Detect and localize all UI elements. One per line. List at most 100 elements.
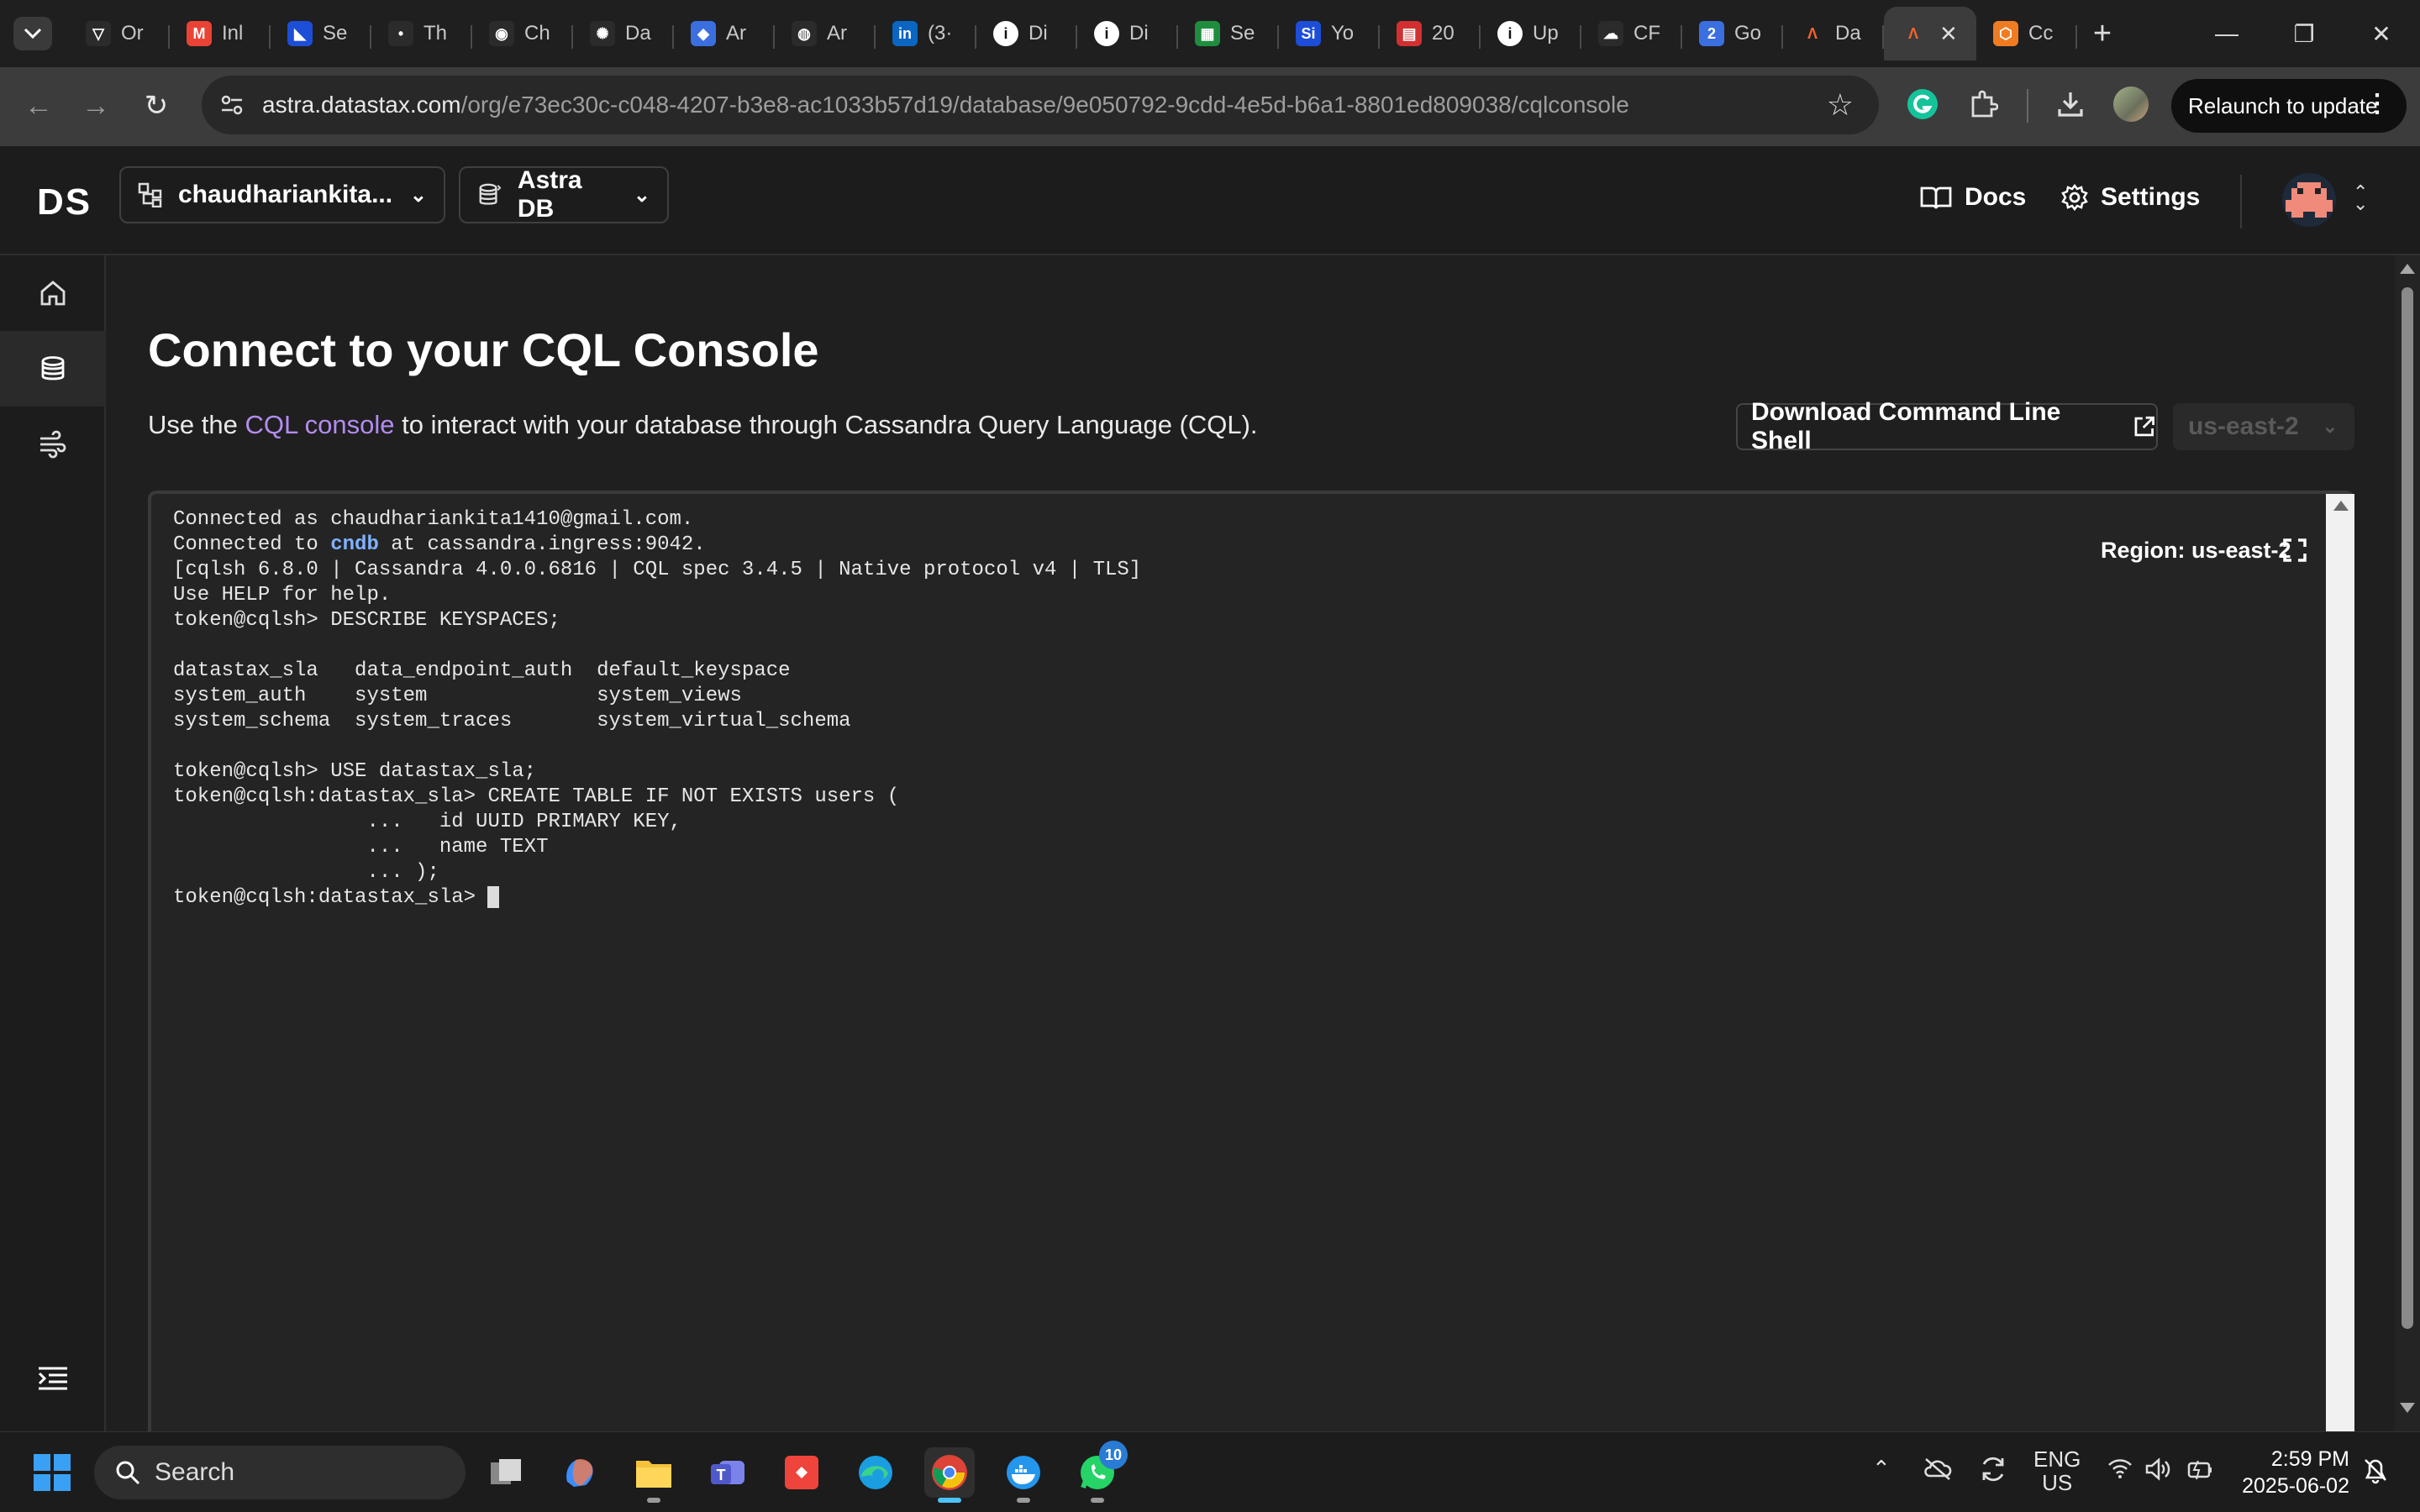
profile-avatar-icon[interactable] xyxy=(2111,84,2151,124)
close-tab-icon[interactable]: ✕ xyxy=(1939,21,1958,47)
tab-title: Da xyxy=(1835,22,1861,45)
sync-icon[interactable] xyxy=(1978,1454,2008,1490)
bookmark-star-icon[interactable]: ☆ xyxy=(1827,87,1854,123)
browser-tab[interactable]: in (3· xyxy=(876,7,976,60)
forward-button[interactable]: → xyxy=(77,87,114,124)
info-icon: i xyxy=(1094,21,1119,46)
restore-button[interactable]: ❐ xyxy=(2265,0,2343,67)
settings-link[interactable]: Settings xyxy=(2060,183,2200,212)
tab-title: Se xyxy=(323,22,348,45)
browser-tab[interactable]: ◉ Ch xyxy=(472,7,573,60)
terminal-output[interactable]: Connected as chaudhariankita1410@gmail.c… xyxy=(173,507,1141,911)
onedrive-off-icon[interactable] xyxy=(1923,1456,1953,1487)
volume-icon[interactable] xyxy=(2144,1457,2171,1487)
clock-time: 2:59 PM xyxy=(2270,1447,2349,1471)
sidebar-item-streaming[interactable] xyxy=(0,407,106,482)
extensions-puzzle-icon[interactable] xyxy=(1963,84,2003,124)
browser-tab[interactable]: ⬡ Cc xyxy=(1976,7,2077,60)
docker-icon[interactable] xyxy=(998,1447,1049,1503)
fullscreen-icon[interactable] xyxy=(2282,538,2307,563)
terminal-line: token@cqlsh:datastax_sla> CREATE TABLE I… xyxy=(173,785,900,808)
sidebar xyxy=(0,255,106,1431)
address-bar[interactable]: astra.datastax.com/org/e73ec30c-c048-420… xyxy=(202,76,1879,134)
sidebar-item-home[interactable] xyxy=(0,255,106,331)
copilot-icon[interactable] xyxy=(555,1447,605,1498)
scroll-down-icon[interactable] xyxy=(2400,1403,2415,1413)
running-indicator xyxy=(1091,1498,1104,1503)
minimize-button[interactable]: — xyxy=(2188,0,2265,67)
relaunch-to-update-button[interactable]: Relaunch to update ⋮ xyxy=(2171,79,2407,133)
running-indicator xyxy=(1017,1498,1030,1503)
browser-tab[interactable]: ▤ 20 xyxy=(1380,7,1481,60)
browser-tab[interactable]: ◆ Ar xyxy=(674,7,775,60)
sidebar-collapse-button[interactable] xyxy=(0,1341,106,1416)
gmail-icon: M xyxy=(187,21,212,46)
extension-grammarly-icon[interactable] xyxy=(1902,84,1943,124)
new-tab-plus-icon[interactable]: + xyxy=(2077,7,2128,60)
edge-icon[interactable] xyxy=(850,1447,901,1498)
organization-selector[interactable]: chaudhariankita... ⌄ xyxy=(119,166,445,223)
browser-tab[interactable]: i Up xyxy=(1481,7,1581,60)
scroll-up-icon[interactable] xyxy=(2400,264,2415,274)
region-select[interactable]: us-east-2 ⌄ xyxy=(2173,403,2354,450)
browser-tab[interactable]: Λ ✕ xyxy=(1884,7,1976,60)
system-clock[interactable]: 2:59 PM 2025-06-02 xyxy=(2235,1446,2349,1499)
user-avatar[interactable] xyxy=(2282,173,2336,227)
wifi-icon[interactable] xyxy=(2107,1457,2133,1485)
cql-console-terminal[interactable]: Connected as chaudhariankita1410@gmail.c… xyxy=(148,491,2354,1452)
site-info-icon[interactable] xyxy=(213,87,250,123)
tab-list: ▽ Or M Inl ◣ Se • Th ◉ Ch ✺ Da ◆ Ar ◍ Ar in (3· i Di i Di ▦ Se S… xyxy=(69,7,2128,67)
battery-icon[interactable] xyxy=(2186,1457,2215,1487)
browser-tab[interactable]: M Inl xyxy=(170,7,271,60)
browser-tab[interactable]: ◣ Se xyxy=(271,7,371,60)
browser-tab[interactable]: ☁ CF xyxy=(1581,7,1682,60)
browser-tab[interactable]: i Di xyxy=(976,7,1077,60)
tab-title: Cc xyxy=(2028,22,2054,45)
browser-tab[interactable]: ◍ Ar xyxy=(775,7,876,60)
whatsapp-icon[interactable]: 10 xyxy=(1072,1441,1128,1503)
more-menu-icon: ⋮ xyxy=(2365,90,2390,118)
downloads-icon[interactable] xyxy=(2050,84,2091,124)
google-docs-icon: ◆ xyxy=(691,21,716,46)
file-explorer-icon[interactable] xyxy=(629,1447,679,1503)
search-icon xyxy=(116,1461,140,1485)
back-button[interactable]: ← xyxy=(20,87,57,124)
page-description: Use the CQL console to interact with you… xyxy=(148,410,1258,440)
desc-text-after: to interact with your database through C… xyxy=(394,410,1258,439)
browser-tab[interactable]: Λ Da xyxy=(1783,7,1884,60)
console-scrollbar[interactable] xyxy=(2326,494,2354,1452)
cloud-icon: ☁ xyxy=(1598,21,1623,46)
tab-search-button[interactable] xyxy=(13,17,52,50)
docs-link[interactable]: Docs xyxy=(1919,183,2026,212)
taskbar-search[interactable]: Search xyxy=(94,1446,466,1499)
teams-icon[interactable]: T xyxy=(702,1447,753,1498)
chrome-icon[interactable] xyxy=(924,1447,975,1503)
browser-tab[interactable]: ▽ Or xyxy=(69,7,170,60)
browser-tab[interactable]: ▦ Se xyxy=(1178,7,1279,60)
datastax-logo[interactable]: DS xyxy=(37,181,92,223)
product-selector[interactable]: Astra DB ⌄ xyxy=(459,166,669,223)
page-scrollbar[interactable] xyxy=(2395,255,2420,1431)
language-indicator[interactable]: ENG US xyxy=(2033,1447,2081,1494)
scroll-up-icon[interactable] xyxy=(2333,501,2349,511)
browser-tab[interactable]: ✺ Da xyxy=(573,7,674,60)
sidebar-item-databases[interactable] xyxy=(0,331,106,407)
browser-tab[interactable]: 2 Go xyxy=(1682,7,1783,60)
notifications-bell-icon[interactable] xyxy=(2361,1456,2390,1490)
task-view-icon[interactable] xyxy=(481,1447,531,1498)
browser-tab[interactable]: • Th xyxy=(371,7,472,60)
download-command-line-shell-button[interactable]: Download Command Line Shell xyxy=(1736,398,2158,454)
reload-button[interactable]: ↻ xyxy=(138,87,175,124)
close-window-button[interactable]: ✕ xyxy=(2343,0,2420,67)
scrollbar-thumb[interactable] xyxy=(2402,287,2413,1329)
anydesk-icon[interactable] xyxy=(776,1447,827,1498)
terminal-prompt-line[interactable]: token@cqlsh:datastax_sla> xyxy=(173,885,1141,911)
home-icon xyxy=(40,281,66,306)
account-menu-chevron-icon[interactable]: ⌃ ⌄ xyxy=(2353,183,2368,213)
browser-tab[interactable]: i Di xyxy=(1077,7,1178,60)
browser-tab[interactable]: Si Yo xyxy=(1279,7,1380,60)
show-hidden-icons-chevron-icon[interactable]: ⌃ xyxy=(1872,1456,1891,1482)
cql-console-link[interactable]: CQL console xyxy=(245,410,394,439)
windows-start-icon[interactable] xyxy=(32,1452,72,1493)
